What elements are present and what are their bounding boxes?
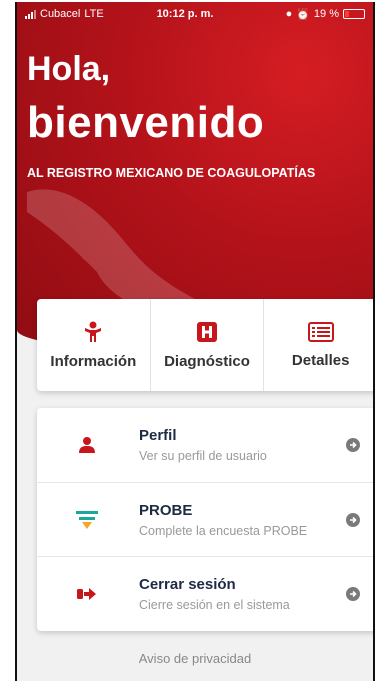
probe-title: PROBE xyxy=(139,501,193,519)
status-time: 10:12 p. m. xyxy=(156,8,214,20)
diagnosis-button[interactable]: Diagnóstico xyxy=(149,299,264,391)
probe-subtitle: Complete la encuesta PROBE xyxy=(139,523,308,538)
carrier-name: Cubacel xyxy=(40,8,81,20)
profile-subtitle: Ver su perfil de usuario xyxy=(139,449,267,463)
battery-percent: 19 % xyxy=(313,8,339,20)
hospital-icon xyxy=(197,321,217,342)
info-label: Información xyxy=(50,352,137,370)
logout-title: Cerrar sesión xyxy=(139,575,236,593)
chevron-right-icon xyxy=(346,586,360,601)
chevron-right-icon xyxy=(346,438,360,452)
lock-rotation-icon: ● xyxy=(285,8,293,20)
profile-row[interactable]: Perfil Ver su perfil de usuario xyxy=(37,408,373,482)
probe-row[interactable]: PROBE Complete la encuesta PROBE xyxy=(37,482,373,556)
user-icon xyxy=(79,437,95,453)
logout-subtitle: Cierre sesión en el sistema xyxy=(139,597,290,612)
profile-title: Perfil xyxy=(139,427,177,444)
battery-icon xyxy=(343,9,365,19)
alarm-icon: ⏰ xyxy=(296,8,310,21)
greeting-title: Hola, xyxy=(27,50,111,88)
quick-actions-card: Información Diagnóstico Detalles xyxy=(37,299,373,391)
registry-subtitle: AL REGISTRO MEXICANO DE COAGULOPATÍAS xyxy=(27,166,316,180)
welcome-title: bienvenido xyxy=(27,98,265,147)
app-screen: Cubacel LTE 10:12 p. m. ● ⏰ 19 % Hola, b… xyxy=(15,2,375,681)
info-button[interactable]: Información xyxy=(37,299,150,391)
list-icon xyxy=(307,321,334,342)
status-bar: Cubacel LTE 10:12 p. m. ● ⏰ 19 % xyxy=(17,2,373,26)
details-label: Detalles xyxy=(291,351,350,369)
chevron-right-icon xyxy=(346,512,360,527)
logout-icon xyxy=(77,587,96,600)
menu-card: Perfil Ver su perfil de usuario PROBE Co… xyxy=(37,408,373,631)
privacy-link[interactable]: Aviso de privacidad xyxy=(17,651,373,666)
signal-icon xyxy=(25,9,36,19)
logout-row[interactable]: Cerrar sesión Cierre sesión en el sistem… xyxy=(37,556,373,630)
details-button[interactable]: Detalles xyxy=(263,299,373,391)
person-icon xyxy=(85,321,102,342)
network-type: LTE xyxy=(84,8,104,20)
funnel-icon xyxy=(76,510,98,529)
diagnosis-label: Diagnóstico xyxy=(164,352,250,370)
